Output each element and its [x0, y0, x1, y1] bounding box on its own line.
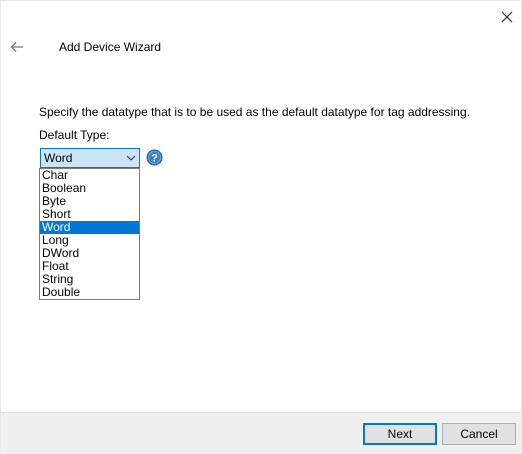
cancel-button[interactable]: Cancel [442, 423, 516, 445]
close-icon [501, 11, 513, 23]
wizard-title: Add Device Wizard [59, 40, 162, 54]
option-double[interactable]: Double [40, 286, 139, 299]
default-type-select-value: Word [44, 151, 73, 165]
default-type-label: Default Type: [39, 128, 110, 142]
default-type-select[interactable]: Word [40, 148, 140, 168]
wizard-window: Add Device Wizard Specify the datatype t… [0, 0, 522, 454]
chevron-down-icon [123, 149, 139, 167]
close-button[interactable] [495, 7, 519, 27]
page-description: Specify the datatype that is to be used … [39, 105, 470, 119]
svg-text:?: ? [151, 153, 158, 165]
default-type-dropdown-list[interactable]: Char Boolean Byte Short Word Long DWord … [39, 168, 140, 300]
back-arrow-icon [10, 42, 23, 52]
wizard-footer: Next Cancel [1, 412, 522, 454]
back-button[interactable] [7, 38, 27, 56]
next-button[interactable]: Next [363, 423, 437, 445]
help-icon[interactable]: ? [146, 149, 163, 166]
